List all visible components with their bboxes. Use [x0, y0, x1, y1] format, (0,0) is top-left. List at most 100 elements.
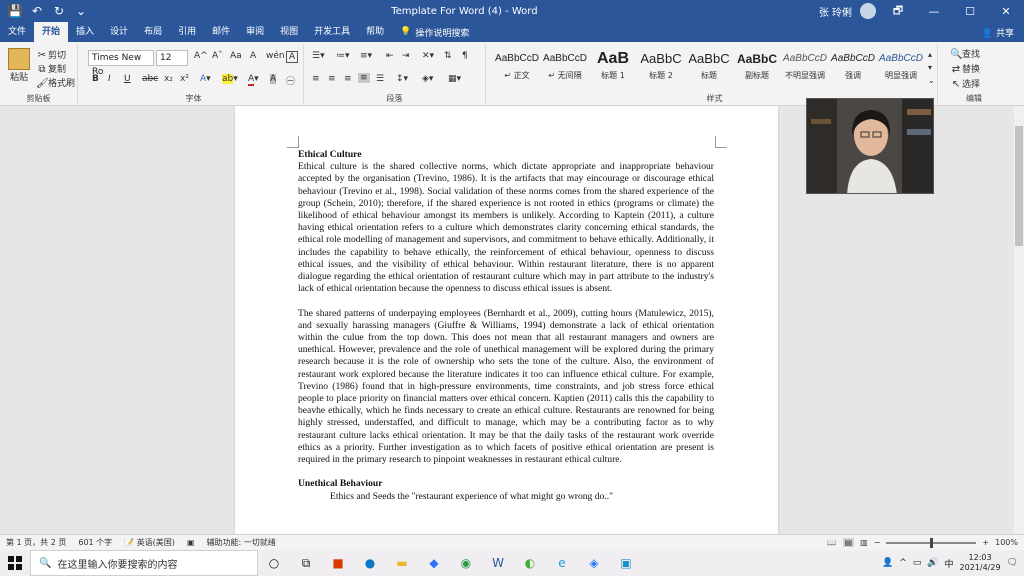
tab-review[interactable]: 审阅 [238, 22, 272, 42]
windows-start-button[interactable] [0, 550, 30, 576]
justify-icon[interactable]: ≡ [358, 73, 370, 83]
file-explorer-icon[interactable]: ▬ [386, 550, 418, 576]
wechat-app-icon[interactable]: ◐ [514, 550, 546, 576]
undo-icon[interactable]: ↶ [28, 2, 46, 20]
font-name-combo[interactable]: Times New Ro [88, 50, 154, 77]
share-button[interactable]: 👤 共享 [982, 26, 1024, 39]
dingtalk-app-icon[interactable]: ◈ [578, 550, 610, 576]
vertical-scrollbar[interactable] [1014, 106, 1024, 534]
show-marks-icon[interactable]: ¶ [462, 51, 468, 61]
style-subtitle[interactable]: AaBbC 副标题 [734, 48, 780, 88]
macro-icon[interactable]: ▣ [181, 538, 201, 547]
tell-me-search[interactable]: 💡 操作说明搜索 [392, 26, 477, 39]
edge-browser-icon[interactable]: ● [354, 550, 386, 576]
zoom-out-icon[interactable]: − [874, 538, 881, 547]
tab-developer[interactable]: 开发工具 [306, 22, 358, 42]
style-intense-emphasis[interactable]: AaBbCcD 明显强调 [878, 48, 924, 88]
align-right-icon[interactable]: ≡ [344, 74, 352, 84]
user-tray-icon[interactable]: 👤 [882, 558, 893, 568]
borders-icon[interactable]: ▦▾ [448, 74, 461, 84]
network-icon[interactable]: ▭ [913, 558, 922, 568]
tab-design[interactable]: 设计 [102, 22, 136, 42]
tab-insert[interactable]: 插入 [68, 22, 102, 42]
shading-icon[interactable]: ◈▾ [422, 74, 433, 84]
strikethrough-button[interactable]: abc [142, 74, 158, 84]
select-button[interactable]: ↖ 选择 [950, 77, 980, 91]
ime-indicator[interactable]: 中 [945, 557, 954, 570]
format-painter-button[interactable]: 🖌格式刷 [36, 76, 75, 90]
close-button[interactable]: ✕ [992, 5, 1020, 18]
web-layout-icon[interactable]: ▥ [860, 538, 868, 547]
customize-qat-icon[interactable]: ⌄ [72, 2, 90, 20]
distributed-icon[interactable]: ☰ [376, 74, 384, 84]
paste-button[interactable]: 粘贴 [8, 48, 30, 83]
screen-recorder-icon[interactable]: ▣ [610, 550, 642, 576]
avatar[interactable] [860, 3, 876, 19]
ie-browser-icon[interactable]: e [546, 550, 578, 576]
feishu-app-icon[interactable]: ◆ [418, 550, 450, 576]
cut-button[interactable]: ✂ 剪切 [36, 48, 66, 62]
word-app-icon[interactable]: W [482, 550, 514, 576]
enclose-character-icon[interactable]: ㊀ [286, 74, 295, 87]
ribbon-display-options-button[interactable]: 🗗 [884, 2, 912, 21]
zoom-in-icon[interactable]: + [982, 538, 989, 547]
bold-button[interactable]: B [92, 74, 99, 84]
volume-icon[interactable]: 🔊 [927, 558, 938, 568]
multilevel-list-icon[interactable]: ≡▾ [360, 51, 372, 61]
clear-format-button[interactable]: A [250, 51, 256, 61]
word-count[interactable]: 601 个字 [72, 537, 118, 548]
grow-font-button[interactable]: A^ [194, 51, 208, 61]
tab-references[interactable]: 引用 [170, 22, 204, 42]
underline-button[interactable]: U [124, 74, 131, 84]
italic-button[interactable]: I [108, 74, 111, 84]
highlight-icon[interactable]: ab▾ [222, 74, 238, 84]
minimize-button[interactable]: — [920, 5, 948, 18]
style-title[interactable]: AaBbC 标题 [686, 48, 732, 88]
document-body[interactable]: Ethical Culture Ethical culture is the s… [298, 149, 714, 503]
replace-button[interactable]: ⇄ 替换 [950, 62, 980, 76]
phonetic-guide-button[interactable]: wén [266, 51, 285, 61]
font-size-combo[interactable]: 12 [156, 50, 188, 66]
numbering-icon[interactable]: ≔▾ [336, 51, 350, 61]
align-center-icon[interactable]: ≡ [328, 74, 336, 84]
style-normal[interactable]: AaBbCcD ↵ 正文 [494, 48, 540, 88]
shrink-font-button[interactable]: Aˇ [212, 51, 223, 61]
document-page[interactable]: Ethical Culture Ethical culture is the s… [235, 106, 778, 534]
decrease-indent-icon[interactable]: ⇤ [386, 51, 394, 61]
style-heading-1[interactable]: AaB 标题 1 [590, 48, 636, 88]
language-status[interactable]: 📝 英语(美国) [118, 537, 181, 548]
sort-icon[interactable]: ⇅ [444, 51, 452, 61]
style-heading-2[interactable]: AaBbC 标题 2 [638, 48, 684, 88]
chinese-layout-icon[interactable]: ✕▾ [422, 51, 434, 61]
zoom-slider[interactable] [886, 537, 977, 548]
cortana-icon[interactable]: ○ [258, 550, 290, 576]
line-spacing-icon[interactable]: ↕▾ [396, 74, 408, 84]
print-layout-icon[interactable]: ▤ [842, 538, 855, 547]
webcam-overlay[interactable] [806, 98, 934, 194]
increase-indent-icon[interactable]: ⇥ [402, 51, 410, 61]
show-hidden-icons-icon[interactable]: ^ [899, 558, 907, 568]
font-color-icon[interactable]: A▾ [248, 74, 259, 86]
character-border-button[interactable]: A [286, 51, 299, 63]
align-left-icon[interactable]: ≡ [312, 74, 320, 84]
accessibility-status[interactable]: 辅助功能: 一切就绪 [201, 537, 282, 548]
change-case-button[interactable]: Aa [230, 51, 242, 61]
redo-icon[interactable]: ↻ [50, 2, 68, 20]
notification-icon[interactable]: 🗨 [1007, 558, 1018, 568]
user-name[interactable]: 张 玲俐 [819, 4, 852, 19]
character-shading-icon[interactable]: A [270, 74, 277, 84]
tab-home[interactable]: 开始 [34, 22, 69, 42]
office-app-icon[interactable]: ■ [322, 550, 354, 576]
system-clock[interactable]: 12:03 2021/4/29 [960, 553, 1001, 573]
find-button[interactable]: 🔍查找 [950, 47, 980, 61]
tab-mailings[interactable]: 邮件 [204, 22, 238, 42]
taskbar-search-input[interactable]: 🔍 在这里输入你要搜索的内容 [30, 550, 258, 576]
task-view-icon[interactable]: ⧉ [290, 550, 322, 576]
read-mode-icon[interactable]: 📖 [827, 538, 837, 547]
subscript-button[interactable]: x₂ [164, 74, 173, 84]
save-icon[interactable]: 💾 [6, 2, 24, 20]
style-emphasis[interactable]: AaBbCcD 强调 [830, 48, 876, 88]
maximize-button[interactable]: ☐ [956, 5, 984, 18]
style-subtle-emphasis[interactable]: AaBbCcD 不明显强调 [782, 48, 828, 88]
page-count[interactable]: 第 1 页，共 2 页 [0, 537, 72, 548]
